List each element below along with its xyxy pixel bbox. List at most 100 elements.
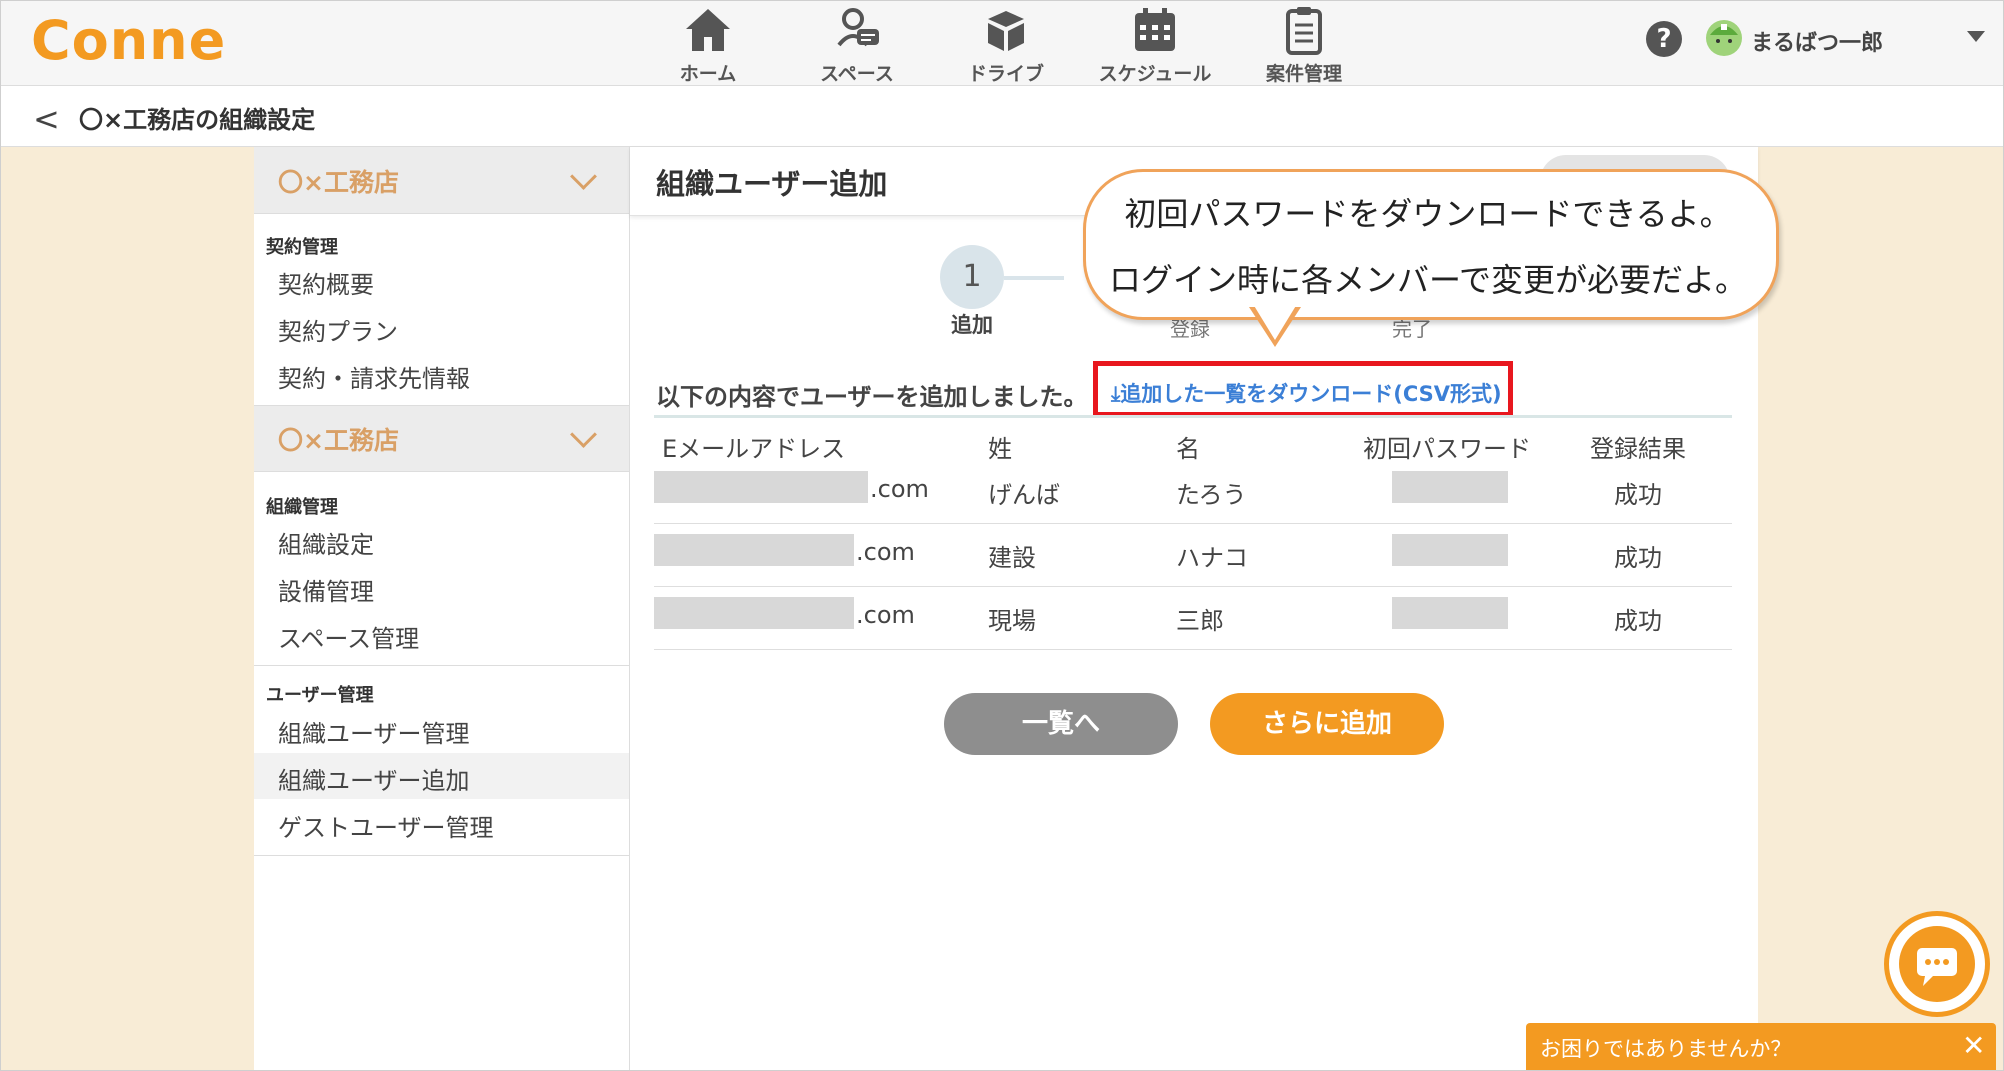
email-suffix: .com bbox=[856, 601, 915, 629]
divider bbox=[254, 665, 629, 666]
nav-home[interactable]: ホーム bbox=[643, 1, 773, 85]
speech-bubble-line-1: 初回パスワードをダウンロードできるよ。 bbox=[1124, 195, 1732, 233]
nav-schedule[interactable]: スケジュール bbox=[1090, 1, 1220, 85]
org-selector-1-label: 〇×工務店 bbox=[278, 168, 399, 197]
step-connector bbox=[1004, 276, 1064, 280]
settings-sidebar: 〇×工務店 契約管理 契約概要 契約プラン 契約・請求先情報 〇×工務店 組織管… bbox=[254, 147, 630, 1070]
section-label-user: ユーザー管理 bbox=[266, 685, 374, 706]
email-suffix: .com bbox=[856, 538, 915, 566]
last-name-cell: 建設 bbox=[988, 544, 1036, 572]
chat-bubble-icon bbox=[1899, 926, 1975, 1002]
app-window: Conne ホーム スペース ドライブ スケジュール 案件管理 ? まるばつ一郎… bbox=[0, 0, 2004, 1071]
table-row: .com 現場 三郎 成功 bbox=[654, 587, 1732, 650]
section-label-contract: 契約管理 bbox=[266, 237, 338, 258]
speech-bubble-line-2: ログイン時に各メンバーで変更が必要だよ。 bbox=[1108, 261, 1748, 299]
back-arrow-icon[interactable]: < bbox=[33, 100, 60, 138]
csv-download-link[interactable]: ⤓追加した一覧をダウンロード(CSV形式) bbox=[1111, 378, 1502, 408]
space-chat-icon bbox=[837, 8, 879, 47]
conne-logo[interactable]: Conne bbox=[31, 9, 226, 72]
step-indicator-1: 1 bbox=[940, 245, 1004, 309]
email-suffix: .com bbox=[870, 475, 929, 503]
drive-box-icon bbox=[988, 11, 1024, 51]
first-name-cell: たろう bbox=[1176, 481, 1247, 509]
org-selector-2-label: 〇×工務店 bbox=[278, 426, 399, 455]
sidebar-item-label: 契約・請求先情報 bbox=[278, 365, 470, 393]
user-menu-caret-icon[interactable] bbox=[1967, 31, 1985, 42]
sidebar-item-label: 設備管理 bbox=[278, 578, 374, 606]
sidebar-item-billing-info[interactable]: 契約・請求先情報 bbox=[254, 351, 629, 397]
redacted-password bbox=[1392, 471, 1508, 503]
sidebar-item-label: 契約プラン bbox=[278, 318, 398, 346]
clipboard-icon bbox=[1286, 7, 1322, 55]
org-selector-2[interactable]: 〇×工務店 bbox=[254, 405, 629, 471]
sidebar-item-org-users[interactable]: 組織ユーザー管理 bbox=[254, 706, 629, 752]
speech-bubble-tail-inner bbox=[1253, 304, 1297, 340]
nav-drive-label: ドライブ bbox=[967, 63, 1044, 85]
result-cell: 成功 bbox=[1614, 481, 1662, 509]
chevron-down-icon bbox=[570, 421, 597, 448]
table-row: .com 建設 ハナコ 成功 bbox=[654, 524, 1732, 587]
column-header-result: 登録結果 bbox=[1590, 435, 1686, 463]
sidebar-item-guest-users[interactable]: ゲストユーザー管理 bbox=[254, 800, 629, 846]
column-header-last-name: 姓 bbox=[988, 435, 1012, 463]
result-cell: 成功 bbox=[1614, 607, 1662, 635]
result-cell: 成功 bbox=[1614, 544, 1662, 572]
last-name-cell: げんば bbox=[988, 481, 1060, 509]
nav-drive[interactable]: ドライブ bbox=[941, 1, 1071, 85]
add-more-button[interactable]: さらに追加 bbox=[1210, 693, 1444, 755]
completion-message: 以下の内容でユーザーを追加しました。 bbox=[656, 383, 1088, 411]
redacted-email bbox=[654, 471, 868, 503]
top-header: Conne ホーム スペース ドライブ スケジュール 案件管理 ? まるばつ一郎 bbox=[1, 1, 2003, 86]
divider bbox=[254, 405, 629, 406]
divider bbox=[254, 471, 629, 472]
column-header-first-name: 名 bbox=[1176, 435, 1200, 463]
column-header-initial-password: 初回パスワード bbox=[1363, 435, 1531, 463]
nav-schedule-label: スケジュール bbox=[1098, 63, 1212, 85]
redacted-password bbox=[1392, 534, 1508, 566]
first-name-cell: ハナコ bbox=[1176, 544, 1248, 572]
sidebar-item-contract-plan[interactable]: 契約プラン bbox=[254, 304, 629, 350]
chevron-down-icon bbox=[570, 163, 597, 190]
home-icon bbox=[686, 9, 730, 51]
chat-help-bar[interactable]: お困りではありませんか？ ✕ bbox=[1526, 1023, 1996, 1070]
nav-home-label: ホーム bbox=[679, 63, 737, 85]
sidebar-item-contract-overview[interactable]: 契約概要 bbox=[254, 257, 629, 303]
chat-launcher[interactable] bbox=[1884, 911, 1990, 1017]
nav-projects-label: 案件管理 bbox=[1265, 63, 1342, 85]
sidebar-item-space-management[interactable]: スペース管理 bbox=[254, 611, 629, 657]
page-title: 〇×工務店の組織設定 bbox=[79, 106, 316, 134]
close-icon[interactable]: ✕ bbox=[1962, 1029, 1985, 1062]
calendar-icon bbox=[1135, 8, 1175, 51]
sidebar-item-label: 組織ユーザー追加 bbox=[278, 767, 470, 795]
sidebar-item-label: ゲストユーザー管理 bbox=[278, 814, 494, 842]
user-name[interactable]: まるばつ一郎 bbox=[1751, 25, 1883, 57]
sidebar-item-label: 組織設定 bbox=[278, 531, 374, 559]
column-header-email: Eメールアドレス bbox=[662, 435, 846, 463]
nav-projects[interactable]: 案件管理 bbox=[1239, 1, 1369, 85]
step-label-1: 追加 bbox=[951, 313, 993, 337]
sidebar-item-org-settings[interactable]: 組織設定 bbox=[254, 517, 629, 563]
chat-help-text: お困りではありませんか？ bbox=[1540, 1037, 1792, 1061]
sidebar-item-equipment[interactable]: 設備管理 bbox=[254, 564, 629, 610]
section-title: 組織ユーザー追加 bbox=[656, 167, 888, 201]
table-top-border bbox=[654, 415, 1732, 418]
sidebar-item-label: スペース管理 bbox=[278, 625, 420, 653]
redacted-password bbox=[1392, 597, 1508, 629]
last-name-cell: 現場 bbox=[988, 607, 1036, 635]
sidebar-item-label: 契約概要 bbox=[278, 271, 374, 299]
divider bbox=[254, 855, 629, 856]
divider bbox=[254, 213, 629, 214]
org-selector-1[interactable]: 〇×工務店 bbox=[254, 147, 629, 213]
nav-space[interactable]: スペース bbox=[792, 1, 922, 85]
first-name-cell: 三郎 bbox=[1176, 607, 1224, 635]
redacted-email bbox=[654, 597, 854, 629]
sidebar-item-label: 組織ユーザー管理 bbox=[278, 720, 470, 748]
section-label-org: 組織管理 bbox=[266, 497, 338, 518]
sidebar-item-add-org-user[interactable]: 組織ユーザー追加 bbox=[254, 753, 629, 799]
avatar[interactable] bbox=[1705, 19, 1743, 57]
help-icon[interactable]: ? bbox=[1646, 21, 1682, 57]
back-to-list-button[interactable]: 一覧へ bbox=[944, 693, 1178, 755]
table-row: .com げんば たろう 成功 bbox=[654, 461, 1732, 524]
nav-space-label: スペース bbox=[820, 63, 894, 85]
sub-header: < 〇×工務店の組織設定 bbox=[1, 86, 2003, 147]
